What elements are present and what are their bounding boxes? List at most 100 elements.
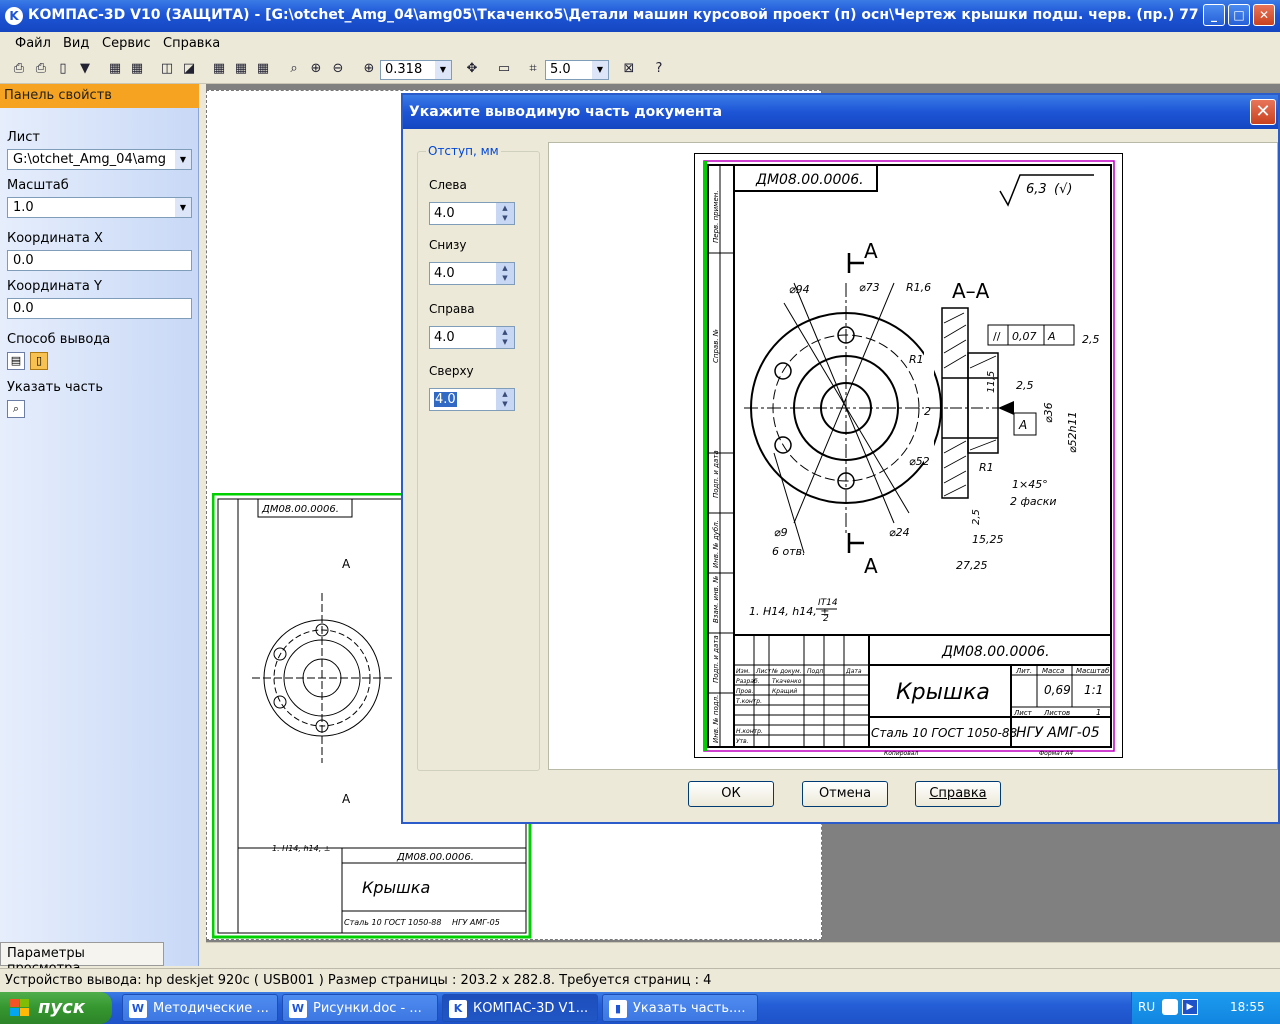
side-label-5: Подп. и дата	[712, 635, 720, 683]
grid-icon[interactable]: ▦	[210, 60, 228, 78]
move-sheet-icon[interactable]: ◫	[158, 60, 176, 78]
side-label-6: Инв. № подл.	[712, 695, 720, 743]
step-combo[interactable]: 5.0 ▼	[545, 60, 609, 80]
arrange-icon[interactable]: ▦	[106, 60, 124, 78]
filter-icon[interactable]: ▼	[76, 60, 94, 78]
menu-help[interactable]: Справка	[163, 36, 220, 51]
zoom-out-icon[interactable]: ⊖	[329, 60, 347, 78]
media-player-icon[interactable]: ▶	[1182, 999, 1198, 1015]
output-mode-sheet-icon[interactable]: ▯	[30, 352, 48, 370]
bottom-margin-spinner[interactable]: 4.0 ▲ ▼	[429, 262, 515, 285]
chevron-up-icon[interactable]: ▲	[496, 263, 514, 273]
tab-view-params[interactable]: Параметры просмотра	[0, 942, 164, 976]
dim-d52: ⌀52	[909, 455, 930, 468]
right-margin-spinner[interactable]: 4.0 ▲ ▼	[429, 326, 515, 349]
chevron-up-icon[interactable]: ▲	[496, 203, 514, 213]
left-margin-spinner[interactable]: 4.0 ▲ ▼	[429, 202, 515, 225]
right-margin-label: Справа	[429, 302, 475, 316]
language-indicator[interactable]: RU	[1138, 1000, 1155, 1014]
top-margin-spinner[interactable]: 4.0 ▲ ▼	[429, 388, 515, 411]
thumb-section-letter-top: А	[342, 557, 351, 571]
word-icon: W	[289, 1000, 307, 1018]
menu-view[interactable]: Вид	[63, 36, 89, 51]
zoom-combo[interactable]: 0.318 ▼	[380, 60, 452, 80]
cancel-button[interactable]: Отмена	[802, 781, 888, 807]
spinner-buttons[interactable]: ▲ ▼	[496, 389, 514, 410]
dim-d73: ⌀73	[859, 281, 880, 294]
section-title: А–А	[952, 279, 990, 303]
close-button[interactable]: ✕	[1253, 4, 1275, 26]
arrange-pages-icon[interactable]: ▦	[128, 60, 146, 78]
sheet-select[interactable]: G:\otchet_Amg_04\amg ▼	[7, 149, 192, 170]
pan-icon[interactable]: ✥	[463, 60, 481, 78]
window-title: КОМПАС-3D V10 (ЗАЩИТА) - [G:\otchet_Amg_…	[28, 7, 1198, 23]
panel-title: Панель свойств	[0, 84, 199, 108]
chevron-down-icon[interactable]: ▼	[496, 399, 514, 409]
chevron-down-icon[interactable]: ▼	[496, 213, 514, 223]
dim-r1: R1	[909, 353, 924, 366]
indent-group: Отступ, мм Слева 4.0 ▲ ▼ Снизу 4.0 ▲ ▼ Спр…	[417, 144, 540, 771]
task-kompas[interactable]: K КОМПАС-3D V1...	[442, 994, 598, 1022]
dim-r16: R1,6	[906, 281, 931, 294]
spinner-buttons[interactable]: ▲ ▼	[496, 203, 514, 224]
section-letter-top: А	[864, 239, 878, 263]
scale-select[interactable]: 1.0 ▼	[7, 197, 192, 218]
zoom-window-icon[interactable]: ⌕	[285, 60, 303, 78]
document-info-icon[interactable]: ▯	[54, 60, 72, 78]
start-button[interactable]: пуск	[0, 992, 112, 1024]
ok-button[interactable]: ОК	[688, 781, 774, 807]
coord-y-field[interactable]: 0.0	[7, 298, 192, 319]
part-preview[interactable]: ДМ08.00.0006. Перв. примен. Справ. № Под…	[548, 142, 1278, 770]
title-code: ДМ08.00.0006.	[941, 644, 1050, 660]
dialog-close-button[interactable]: ✕	[1250, 99, 1276, 125]
dialog-title: Укажите выводимую часть документа	[403, 95, 1278, 129]
status-bar: Устройство вывода: hp deskjet 920c ( USB…	[0, 968, 1280, 992]
dim-d94: ⌀94	[789, 283, 810, 296]
title-row-6: Ткаченко	[772, 678, 802, 685]
chevron-down-icon[interactable]: ▼	[496, 337, 514, 347]
rotate-sheet-icon[interactable]: ◪	[180, 60, 198, 78]
task-specify-part[interactable]: ▮ Указать часть....	[602, 994, 758, 1022]
title-row-1: Лист	[755, 668, 772, 675]
zoom-in-icon[interactable]: ⊕	[307, 60, 325, 78]
top-margin-label: Сверху	[429, 364, 474, 378]
tolerance-parallel-icon: //	[993, 330, 1001, 343]
tray-app-icon[interactable]	[1162, 999, 1178, 1015]
exit-preview-icon[interactable]: ⊠	[620, 60, 638, 78]
chevron-down-icon[interactable]: ▼	[496, 273, 514, 283]
print-setup-icon[interactable]: ⎙	[32, 60, 50, 78]
context-help-icon[interactable]: ?	[650, 60, 668, 78]
fit-icon[interactable]: ▭	[495, 60, 513, 78]
dim-l25: 2,5	[971, 509, 982, 525]
task-word-figures[interactable]: W Рисунки.doc - ...	[282, 994, 438, 1022]
title-row-8: Кращий	[772, 688, 797, 695]
kompas-icon: K	[449, 1000, 467, 1018]
specify-part-icon[interactable]: ⌕	[7, 400, 25, 418]
chevron-down-icon: ▼	[592, 61, 608, 79]
menu-service[interactable]: Сервис	[102, 36, 151, 51]
zoom-scale-icon[interactable]: ⊕	[360, 60, 378, 78]
title-col-mass: Масса	[1042, 667, 1064, 675]
title-row-10: Н.контр.	[736, 728, 763, 735]
word-icon: W	[129, 1000, 147, 1018]
title-sheets: Листов	[1043, 709, 1070, 717]
print-icon[interactable]: ⎙	[10, 60, 28, 78]
spinner-buttons[interactable]: ▲ ▼	[496, 263, 514, 284]
grid-2-icon[interactable]: ▦	[232, 60, 250, 78]
coord-x-field[interactable]: 0.0	[7, 250, 192, 271]
task-word-methodical[interactable]: W Методические ...	[122, 994, 278, 1022]
title-row-7: Пров.	[736, 688, 754, 695]
horizontal-scrollbar[interactable]	[206, 942, 1280, 966]
grid-3-icon[interactable]: ▦	[254, 60, 272, 78]
snap-icon[interactable]: ⌗	[524, 60, 542, 78]
help-button[interactable]: Справка	[915, 781, 1001, 807]
maximize-button[interactable]: □	[1228, 4, 1250, 26]
minimize-button[interactable]: _	[1203, 4, 1225, 26]
output-mode-page-icon[interactable]: ▤	[7, 352, 25, 370]
clock: 18:55	[1230, 1000, 1265, 1014]
roughness-bracket-icon: (√)	[1054, 182, 1072, 197]
spinner-buttons[interactable]: ▲ ▼	[496, 327, 514, 348]
chevron-up-icon[interactable]: ▲	[496, 389, 514, 399]
chevron-up-icon[interactable]: ▲	[496, 327, 514, 337]
menu-file[interactable]: Файл	[15, 36, 51, 51]
